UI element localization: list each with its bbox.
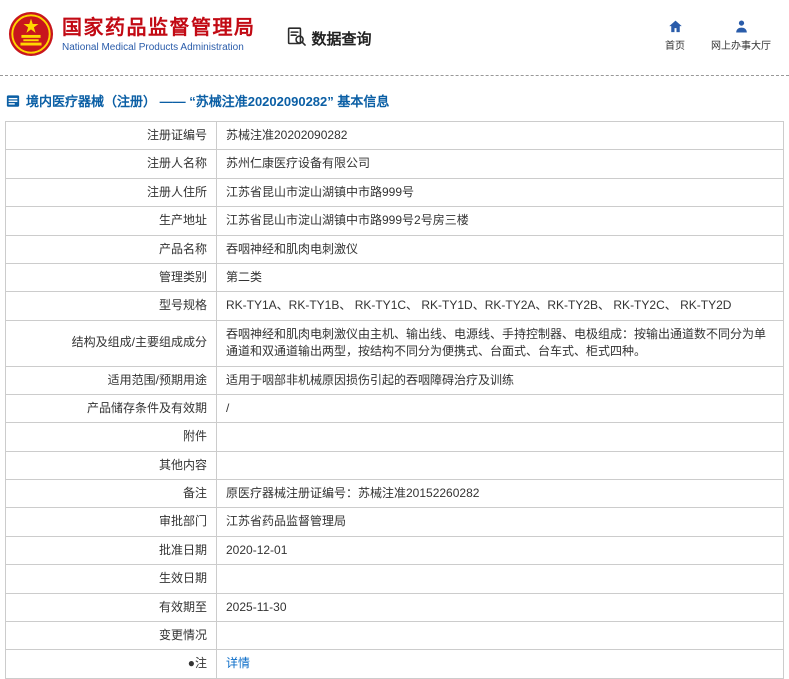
row-value: 吞咽神经和肌肉电刺激仪 [217,235,784,263]
row-value [217,622,784,650]
table-row: ●注详情 [6,650,784,678]
row-value: 吞咽神经和肌肉电刺激仪由主机、输出线、电源线、手持控制器、电极组成：按输出通道数… [217,320,784,366]
row-value: 苏械注准20202090282 [217,122,784,150]
row-label: 备注 [6,480,217,508]
row-label: 其他内容 [6,451,217,479]
table-row: 批准日期2020-12-01 [6,536,784,564]
user-icon [734,19,749,34]
brand-text: 国家药品监督管理局 National Medical Products Admi… [62,16,256,53]
table-row: 生产地址江苏省昆山市淀山湖镇中市路999号2号房三楼 [6,207,784,235]
row-label: 型号规格 [6,292,217,320]
row-label: 变更情况 [6,622,217,650]
table-row: 附件 [6,423,784,451]
national-emblem-logo [8,11,54,57]
nav-home[interactable]: 首页 [665,19,685,52]
row-value: 原医疗器械注册证编号：苏械注准20152260282 [217,480,784,508]
table-row: 产品储存条件及有效期/ [6,394,784,422]
table-row: 变更情况 [6,622,784,650]
info-table-body: 注册证编号苏械注准20202090282注册人名称苏州仁康医疗设备有限公司注册人… [6,122,784,679]
table-row: 注册人名称苏州仁康医疗设备有限公司 [6,150,784,178]
row-label: 生产地址 [6,207,217,235]
site-brand: 国家药品监督管理局 National Medical Products Admi… [8,11,256,57]
row-value: 苏州仁康医疗设备有限公司 [217,150,784,178]
table-row: 结构及组成/主要组成成分吞咽神经和肌肉电刺激仪由主机、输出线、电源线、手持控制器… [6,320,784,366]
row-value: / [217,394,784,422]
row-label: 注册证编号 [6,122,217,150]
org-name-cn: 国家药品监督管理局 [62,16,256,40]
table-row: 型号规格RK-TY1A、RK-TY1B、 RK-TY1C、 RK-TY1D、RK… [6,292,784,320]
table-row: 其他内容 [6,451,784,479]
row-label: 批准日期 [6,536,217,564]
row-value: 2020-12-01 [217,536,784,564]
row-label: 产品储存条件及有效期 [6,394,217,422]
row-label: 管理类别 [6,263,217,291]
table-row: 注册证编号苏械注准20202090282 [6,122,784,150]
row-value: 详情 [217,650,784,678]
row-label: 生效日期 [6,565,217,593]
table-row: 备注原医疗器械注册证编号：苏械注准20152260282 [6,480,784,508]
row-value [217,565,784,593]
row-value: 江苏省昆山市淀山湖镇中市路999号 [217,178,784,206]
table-row: 适用范围/预期用途适用于咽部非机械原因损伤引起的吞咽障碍治疗及训练 [6,366,784,394]
row-label: 结构及组成/主要组成成分 [6,320,217,366]
table-row: 有效期至2025-11-30 [6,593,784,621]
row-label: ●注 [6,650,217,678]
row-label: 有效期至 [6,593,217,621]
row-label: 注册人名称 [6,150,217,178]
table-row: 产品名称吞咽神经和肌肉电刺激仪 [6,235,784,263]
row-label: 附件 [6,423,217,451]
table-row: 审批部门江苏省药品监督管理局 [6,508,784,536]
table-row: 生效日期 [6,565,784,593]
page-title: 境内医疗器械（注册） —— “苏械注准20202090282” 基本信息 [6,91,789,110]
document-icon [6,94,20,108]
table-row: 注册人住所江苏省昆山市淀山湖镇中市路999号 [6,178,784,206]
data-query-icon [286,26,307,51]
table-row: 管理类别第二类 [6,263,784,291]
site-header: 国家药品监督管理局 National Medical Products Admi… [0,0,789,76]
row-value: 第二类 [217,263,784,291]
row-value: 适用于咽部非机械原因损伤引起的吞咽障碍治疗及训练 [217,366,784,394]
page-title-text: 境内医疗器械（注册） —— “苏械注准20202090282” 基本信息 [26,91,389,110]
nav-data-query[interactable]: 数据查询 [286,26,372,51]
nav-service-hall[interactable]: 网上办事大厅 [711,19,771,52]
row-value: 江苏省药品监督管理局 [217,508,784,536]
row-value [217,451,784,479]
header-right-nav: 首页 网上办事大厅 [665,19,771,52]
row-value: 2025-11-30 [217,593,784,621]
row-value [217,423,784,451]
nav-service-hall-label: 网上办事大厅 [711,37,771,52]
org-name-en: National Medical Products Administration [62,42,256,53]
row-label: 审批部门 [6,508,217,536]
row-value: 江苏省昆山市淀山湖镇中市路999号2号房三楼 [217,207,784,235]
detail-link[interactable]: 详情 [226,656,250,670]
row-label: 注册人住所 [6,178,217,206]
nav-home-label: 首页 [665,37,685,52]
info-table: 注册证编号苏械注准20202090282注册人名称苏州仁康医疗设备有限公司注册人… [5,121,784,679]
data-query-label: 数据查询 [312,28,372,49]
row-label: 适用范围/预期用途 [6,366,217,394]
row-label: 产品名称 [6,235,217,263]
row-value: RK-TY1A、RK-TY1B、 RK-TY1C、 RK-TY1D、RK-TY2… [217,292,784,320]
home-icon [668,19,683,34]
